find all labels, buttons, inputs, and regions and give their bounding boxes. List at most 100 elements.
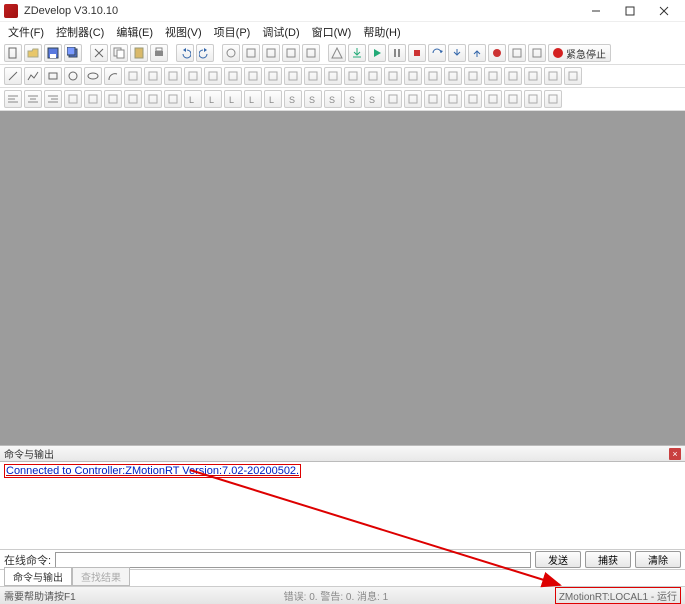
shape-icon[interactable]: [564, 67, 582, 85]
shape-icon[interactable]: [484, 67, 502, 85]
shape-icon[interactable]: [324, 67, 342, 85]
shape-icon[interactable]: [524, 67, 542, 85]
menu-file[interactable]: 文件(F): [4, 22, 48, 42]
copy-icon[interactable]: [110, 44, 128, 62]
align-icon[interactable]: [424, 90, 442, 108]
shape-icon[interactable]: [124, 67, 142, 85]
align-icon[interactable]: [544, 90, 562, 108]
menu-view[interactable]: 视图(V): [161, 22, 206, 42]
tab-find-results[interactable]: 查找结果: [72, 567, 130, 586]
output-panel-body[interactable]: Connected to Controller:ZMotionRT Versio…: [0, 462, 685, 550]
line-icon[interactable]: [4, 67, 22, 85]
shape-icon[interactable]: [384, 67, 402, 85]
new-file-icon[interactable]: [4, 44, 22, 62]
align-icon[interactable]: [484, 90, 502, 108]
align-icon[interactable]: [24, 90, 42, 108]
shape-icon[interactable]: [304, 67, 322, 85]
breakpoint-icon[interactable]: [488, 44, 506, 62]
shape-icon[interactable]: [364, 67, 382, 85]
save-all-icon[interactable]: [64, 44, 82, 62]
tool-icon[interactable]: [242, 44, 260, 62]
arc-icon[interactable]: [104, 67, 122, 85]
align-icon[interactable]: S: [344, 90, 362, 108]
align-icon[interactable]: L: [204, 90, 222, 108]
tool-icon[interactable]: [222, 44, 240, 62]
menu-help[interactable]: 帮助(H): [359, 22, 404, 42]
align-icon[interactable]: [44, 90, 62, 108]
align-icon[interactable]: [84, 90, 102, 108]
shape-icon[interactable]: [164, 67, 182, 85]
redo-icon[interactable]: [196, 44, 214, 62]
shape-icon[interactable]: [244, 67, 262, 85]
minimize-button[interactable]: [579, 1, 613, 21]
online-command-input[interactable]: [55, 552, 531, 568]
step-into-icon[interactable]: [448, 44, 466, 62]
tool-icon[interactable]: [262, 44, 280, 62]
shape-icon[interactable]: [284, 67, 302, 85]
menu-window[interactable]: 窗口(W): [308, 22, 356, 42]
align-icon[interactable]: S: [304, 90, 322, 108]
menu-project[interactable]: 项目(P): [210, 22, 255, 42]
polyline-icon[interactable]: [24, 67, 42, 85]
tool-icon[interactable]: [302, 44, 320, 62]
undo-icon[interactable]: [176, 44, 194, 62]
align-icon[interactable]: L: [244, 90, 262, 108]
tool-icon[interactable]: [282, 44, 300, 62]
tab-cmd-output[interactable]: 命令与输出: [4, 567, 72, 586]
maximize-button[interactable]: [613, 1, 647, 21]
stop-icon[interactable]: [408, 44, 426, 62]
shape-icon[interactable]: [504, 67, 522, 85]
menu-debug[interactable]: 调试(D): [258, 22, 303, 42]
editor-area[interactable]: [0, 111, 685, 445]
close-panel-icon[interactable]: ×: [669, 448, 681, 460]
shape-icon[interactable]: [144, 67, 162, 85]
close-button[interactable]: [647, 1, 681, 21]
shape-icon[interactable]: [204, 67, 222, 85]
pause-icon[interactable]: [388, 44, 406, 62]
ellipse-icon[interactable]: [84, 67, 102, 85]
align-icon[interactable]: [144, 90, 162, 108]
align-icon[interactable]: [64, 90, 82, 108]
paste-icon[interactable]: [130, 44, 148, 62]
open-icon[interactable]: [24, 44, 42, 62]
align-icon[interactable]: S: [364, 90, 382, 108]
tool-icon[interactable]: [508, 44, 526, 62]
emergency-stop-button[interactable]: 紧急停止: [548, 44, 611, 62]
rect-icon[interactable]: [44, 67, 62, 85]
align-icon[interactable]: [104, 90, 122, 108]
align-icon[interactable]: [504, 90, 522, 108]
align-icon[interactable]: [464, 90, 482, 108]
tool-icon[interactable]: [528, 44, 546, 62]
step-out-icon[interactable]: [468, 44, 486, 62]
capture-button[interactable]: 捕获: [585, 551, 631, 568]
align-icon[interactable]: L: [184, 90, 202, 108]
align-icon[interactable]: [384, 90, 402, 108]
cut-icon[interactable]: [90, 44, 108, 62]
save-icon[interactable]: [44, 44, 62, 62]
shape-icon[interactable]: [464, 67, 482, 85]
shape-icon[interactable]: [264, 67, 282, 85]
shape-icon[interactable]: [184, 67, 202, 85]
align-icon[interactable]: S: [284, 90, 302, 108]
align-icon[interactable]: L: [224, 90, 242, 108]
shape-icon[interactable]: [424, 67, 442, 85]
clear-button[interactable]: 清除: [635, 551, 681, 568]
shape-icon[interactable]: [344, 67, 362, 85]
build-icon[interactable]: [328, 44, 346, 62]
align-icon[interactable]: [4, 90, 22, 108]
shape-icon[interactable]: [444, 67, 462, 85]
align-icon[interactable]: [404, 90, 422, 108]
run-icon[interactable]: [368, 44, 386, 62]
align-icon[interactable]: [164, 90, 182, 108]
circle-icon[interactable]: [64, 67, 82, 85]
print-icon[interactable]: [150, 44, 168, 62]
menu-controller[interactable]: 控制器(C): [52, 22, 108, 42]
send-button[interactable]: 发送: [535, 551, 581, 568]
align-icon[interactable]: L: [264, 90, 282, 108]
download-icon[interactable]: [348, 44, 366, 62]
shape-icon[interactable]: [404, 67, 422, 85]
shape-icon[interactable]: [224, 67, 242, 85]
align-icon[interactable]: [124, 90, 142, 108]
align-icon[interactable]: [524, 90, 542, 108]
align-icon[interactable]: S: [324, 90, 342, 108]
